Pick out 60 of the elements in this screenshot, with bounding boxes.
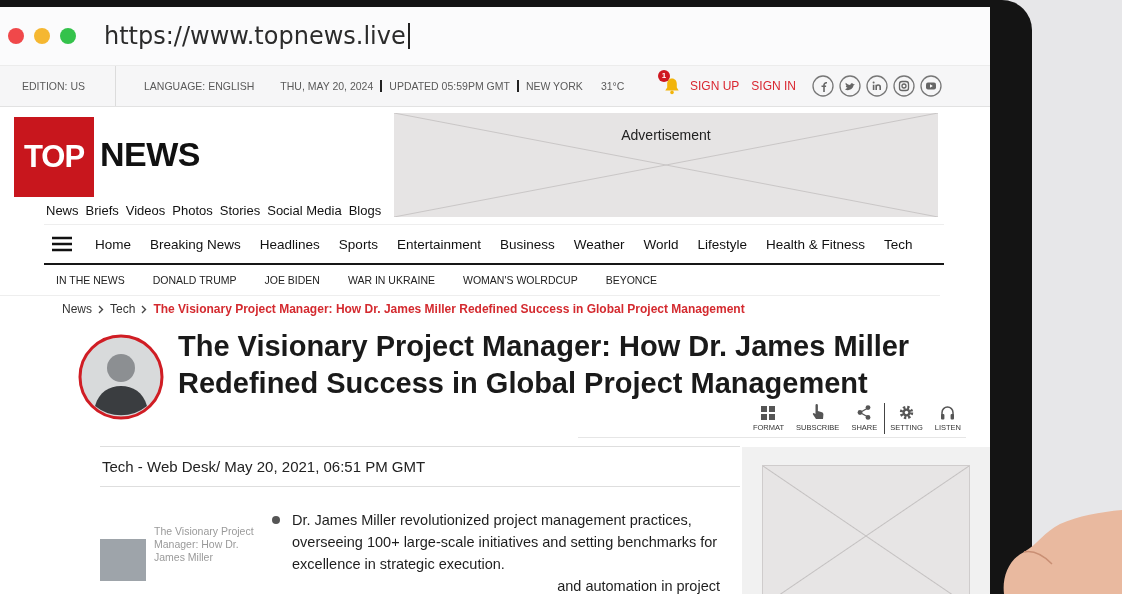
section-link[interactable]: Photos (172, 203, 213, 218)
linkedin-icon[interactable] (866, 75, 888, 97)
nav-link[interactable]: Business (499, 236, 555, 252)
section-link[interactable]: Briefs (85, 203, 119, 218)
nav-link[interactable]: Lifestyle (697, 236, 748, 252)
settings-icon (898, 405, 914, 420)
bullet-text: Dr. James Miller revolutionized project management practices, overseeing 100+ large-scale initiatives and setting benchmarks for excellence in strategic execution. (292, 511, 719, 574)
nav-link[interactable]: Entertainment (396, 236, 481, 252)
nav-link[interactable]: Sports (338, 236, 378, 252)
youtube-icon[interactable] (920, 75, 942, 97)
updated-time: UPDATED 05:59PM GMT (389, 80, 510, 92)
trending-link[interactable]: WOMAN'S WOLRDCUP (463, 274, 578, 286)
nav-link[interactable]: Weather (573, 236, 625, 252)
menu-icon[interactable] (52, 236, 72, 252)
bell-icon[interactable] (664, 77, 680, 95)
notification-badge: 1 (658, 70, 670, 82)
instagram-icon[interactable] (893, 75, 915, 97)
pointing-hand-icon (811, 404, 824, 420)
section-link[interactable]: News (46, 203, 79, 218)
nav-link[interactable]: Breaking News (150, 236, 241, 252)
logo-wordmark[interactable]: NEWS (100, 134, 200, 174)
close-button[interactable] (8, 28, 24, 44)
section-link[interactable]: Videos (125, 203, 166, 218)
edition-label: EDITION: US (0, 66, 116, 106)
headphones-icon (940, 405, 956, 420)
date-text: THU, MAY 20, 2024 (280, 80, 374, 92)
trending-label: IN THE NEWS (56, 274, 125, 286)
trending-link[interactable]: WAR IN UKRAINE (347, 274, 436, 286)
ad-label: Advertisement (621, 127, 711, 143)
breadcrumb-link[interactable]: Tech (110, 302, 136, 316)
section-link[interactable]: Blogs (348, 203, 382, 218)
facebook-icon[interactable] (812, 75, 834, 97)
chevron-icon (141, 304, 148, 314)
byline-text: Tech - Web Desk/ May 20, 2021, 06:51 PM GMT (100, 446, 740, 487)
share-icon (857, 405, 872, 420)
breadcrumb-link[interactable]: News (62, 302, 92, 316)
chevron-icon (98, 304, 104, 314)
address-field[interactable]: https://www.topnews.live (102, 18, 412, 54)
section-link[interactable]: Social Media (267, 203, 342, 218)
nav-link[interactable]: Headlines (259, 236, 320, 252)
grid-icon (761, 406, 776, 420)
breadcrumb-link[interactable]: The Visionary Project Manager: How Dr. James Miller Redefined Success in Global Project Management (153, 302, 745, 316)
nav-link[interactable]: Home (95, 236, 131, 252)
article-headline: The Visionary Project Manager: How Dr. James Miller Redefined Success in Global Project Management (178, 329, 911, 401)
trending-link[interactable]: JOE BIDEN (264, 274, 320, 286)
temperature-text: 31°C (600, 80, 625, 92)
twitter-icon[interactable] (839, 75, 861, 97)
bullet-icon (272, 516, 280, 524)
trending-link[interactable]: DONALD TRUMP (152, 274, 237, 286)
section-link[interactable]: Stories (219, 203, 261, 218)
nav-link[interactable]: Health & Fitness (766, 236, 866, 252)
trending-link[interactable]: BEYONCE (605, 274, 657, 286)
language-label: LANGUAGE: ENGLISH (144, 80, 255, 92)
nav-link[interactable]: Tech (884, 236, 913, 252)
auth-link[interactable]: SIGN UP (690, 79, 740, 93)
location-text: NEW YORK (525, 80, 583, 92)
logo-mark[interactable]: TOP (14, 117, 94, 197)
nav-link[interactable]: World (643, 236, 679, 252)
body-text: and automation in project (557, 577, 720, 594)
auth-link[interactable]: SIGN IN (751, 79, 796, 93)
